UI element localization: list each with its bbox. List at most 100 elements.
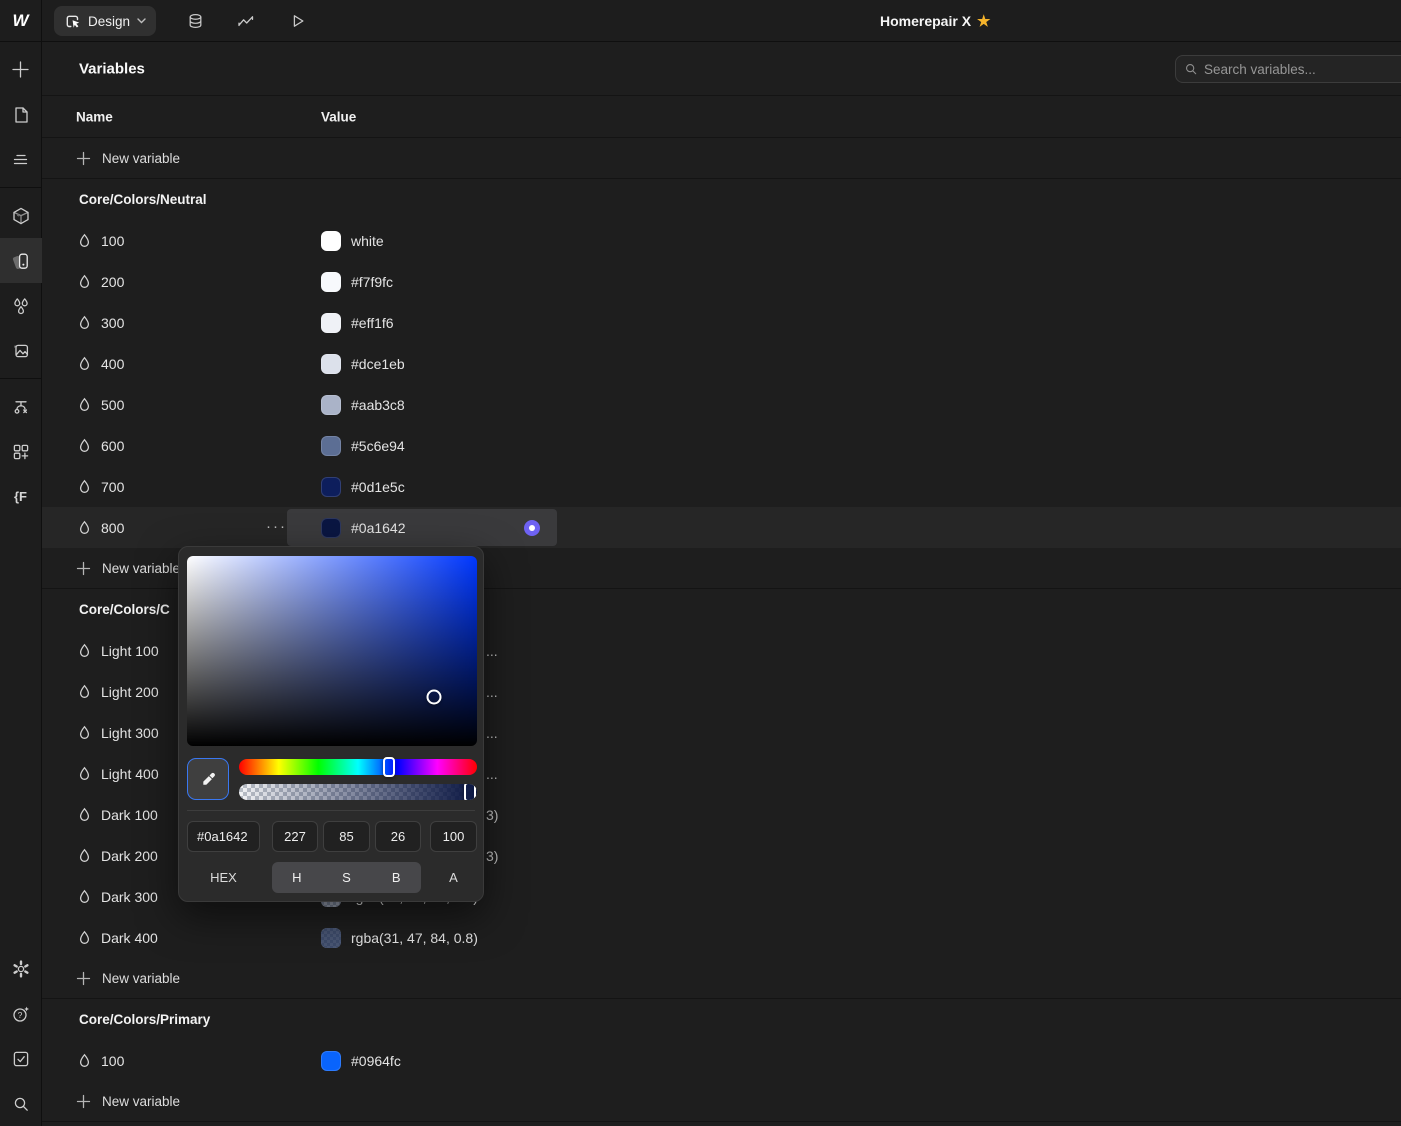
new-variable-button[interactable]: New variable: [42, 1081, 1401, 1122]
sidebar-item-variables[interactable]: [0, 238, 42, 283]
color-swatch[interactable]: [321, 476, 341, 497]
new-variable-label: New variable: [102, 150, 181, 166]
magnifier-icon: [11, 1094, 31, 1114]
group-header: Core/Colors/Neutral: [79, 192, 207, 207]
hue-handle[interactable]: [383, 757, 396, 777]
alpha-input[interactable]: 100: [430, 821, 477, 852]
color-swatch[interactable]: [321, 394, 341, 415]
color-swatch[interactable]: [321, 435, 341, 456]
variable-row[interactable]: 600 #5c6e94: [42, 425, 1401, 466]
sidebar-item-navigator[interactable]: [0, 137, 42, 182]
variable-row[interactable]: 300 #eff1f6: [42, 302, 1401, 343]
droplet-icon: [78, 233, 91, 249]
sidebar-item-add-elements[interactable]: [0, 47, 42, 92]
alpha-slider[interactable]: [239, 784, 477, 800]
sidebar-item-settings[interactable]: [0, 946, 42, 991]
color-swatch[interactable]: [321, 230, 341, 251]
sidebar-item-components[interactable]: [0, 193, 42, 238]
variable-row[interactable]: 500 #aab3c8: [42, 384, 1401, 425]
droplet-icon: [78, 438, 91, 454]
hue-slider[interactable]: [239, 757, 477, 777]
selected-radio-indicator[interactable]: [524, 519, 540, 536]
tab-h[interactable]: H: [272, 862, 322, 893]
color-swatch[interactable]: [321, 353, 341, 374]
variable-row[interactable]: 400 #dce1eb: [42, 343, 1401, 384]
tab-b[interactable]: B: [371, 862, 421, 893]
node-x-icon: [11, 397, 31, 417]
design-label: Design: [88, 13, 131, 29]
variable-value: #0a1642: [351, 519, 406, 536]
new-variable-button[interactable]: New variable: [42, 138, 1401, 179]
variable-row[interactable]: 700 #0d1e5c: [42, 466, 1401, 507]
saturation-input[interactable]: 85: [323, 821, 370, 852]
alpha-handle[interactable]: [463, 784, 476, 800]
variable-value-fragment: 3): [486, 847, 499, 864]
left-toolbar: {F?: [0, 42, 42, 1126]
column-name: Name: [76, 109, 113, 124]
hex-input[interactable]: #0a1642: [187, 821, 260, 852]
design-mode-button[interactable]: Design: [54, 6, 157, 36]
saturation-brightness-area[interactable]: [187, 556, 477, 746]
sidebar-item-assets[interactable]: [0, 328, 42, 373]
group-header: Core/Colors/Primary: [79, 1012, 211, 1027]
panel-header: Variables Search variables...: [42, 42, 1401, 96]
eyedropper-button[interactable]: [187, 758, 229, 800]
project-title-text: Homerepair X: [880, 13, 972, 29]
variable-row[interactable]: 100 white: [42, 220, 1401, 261]
style-swatches-icon: [11, 251, 31, 271]
new-variable-button[interactable]: New variable: [42, 958, 1401, 999]
eyedropper-icon: [202, 772, 215, 785]
analytics-chart-icon[interactable]: [231, 6, 261, 36]
variable-value-fragment: 3): [486, 806, 499, 823]
chevron-down-icon: [137, 18, 146, 24]
variable-value: #dce1eb: [351, 355, 405, 372]
droplets-icon: [11, 296, 31, 316]
row-menu-icon[interactable]: ···: [266, 518, 287, 535]
tab-s[interactable]: S: [322, 862, 372, 893]
sidebar-item-fonts[interactable]: {F: [0, 474, 42, 519]
variable-value: #5c6e94: [351, 437, 405, 454]
new-variable-label: New variable: [102, 1093, 181, 1109]
color-swatch[interactable]: [321, 312, 341, 333]
webflow-logo-icon[interactable]: W: [0, 0, 42, 42]
brightness-input[interactable]: 26: [375, 821, 421, 852]
sidebar-item-apps[interactable]: [0, 429, 42, 474]
variable-name: Light 100: [101, 642, 159, 659]
sidebar-item-pages[interactable]: [0, 92, 42, 137]
plus-icon: [76, 971, 91, 986]
help-sparkle-icon: ?: [11, 1004, 31, 1024]
hue-input[interactable]: 227: [272, 821, 318, 852]
variable-name: 700: [101, 478, 125, 495]
new-variable-label: New variable: [102, 560, 181, 576]
variable-row[interactable]: 100 #0964fc: [42, 1040, 1401, 1081]
variable-name: 300: [101, 314, 125, 331]
cms-database-icon[interactable]: [180, 6, 210, 36]
variable-row[interactable]: 800 ··· #0a1642: [42, 507, 1401, 548]
variable-value-fragment: ...: [486, 724, 498, 741]
tab-hex[interactable]: HEX: [187, 862, 260, 893]
variable-name: 500: [101, 396, 125, 413]
sv-cursor[interactable]: [426, 689, 441, 705]
color-swatch[interactable]: [321, 927, 341, 948]
sidebar-item-find[interactable]: [0, 1081, 42, 1126]
check-square-icon: [11, 1049, 31, 1069]
variable-name: 100: [101, 1052, 125, 1069]
sidebar-item-help[interactable]: ?: [0, 991, 42, 1036]
color-swatch[interactable]: [321, 517, 341, 538]
droplet-icon: [78, 807, 91, 823]
sidebar-item-audit[interactable]: [0, 1036, 42, 1081]
tab-a[interactable]: A: [430, 862, 477, 893]
droplet-icon: [78, 930, 91, 946]
sidebar-item-interactions[interactable]: [0, 283, 42, 328]
sidebar-item-site-structure[interactable]: [0, 384, 42, 429]
color-swatch[interactable]: [321, 271, 341, 292]
search-input[interactable]: Search variables...: [1175, 55, 1401, 83]
variable-row[interactable]: Dark 400 rgba(31, 47, 84, 0.8): [42, 917, 1401, 958]
variable-value: white: [351, 232, 384, 249]
cube-icon: [11, 206, 31, 226]
hsb-segment: H S B: [272, 862, 421, 893]
preview-play-icon[interactable]: [283, 6, 313, 36]
color-swatch[interactable]: [321, 1050, 341, 1071]
variable-value-fragment: ...: [486, 765, 498, 782]
variable-row[interactable]: 200 #f7f9fc: [42, 261, 1401, 302]
